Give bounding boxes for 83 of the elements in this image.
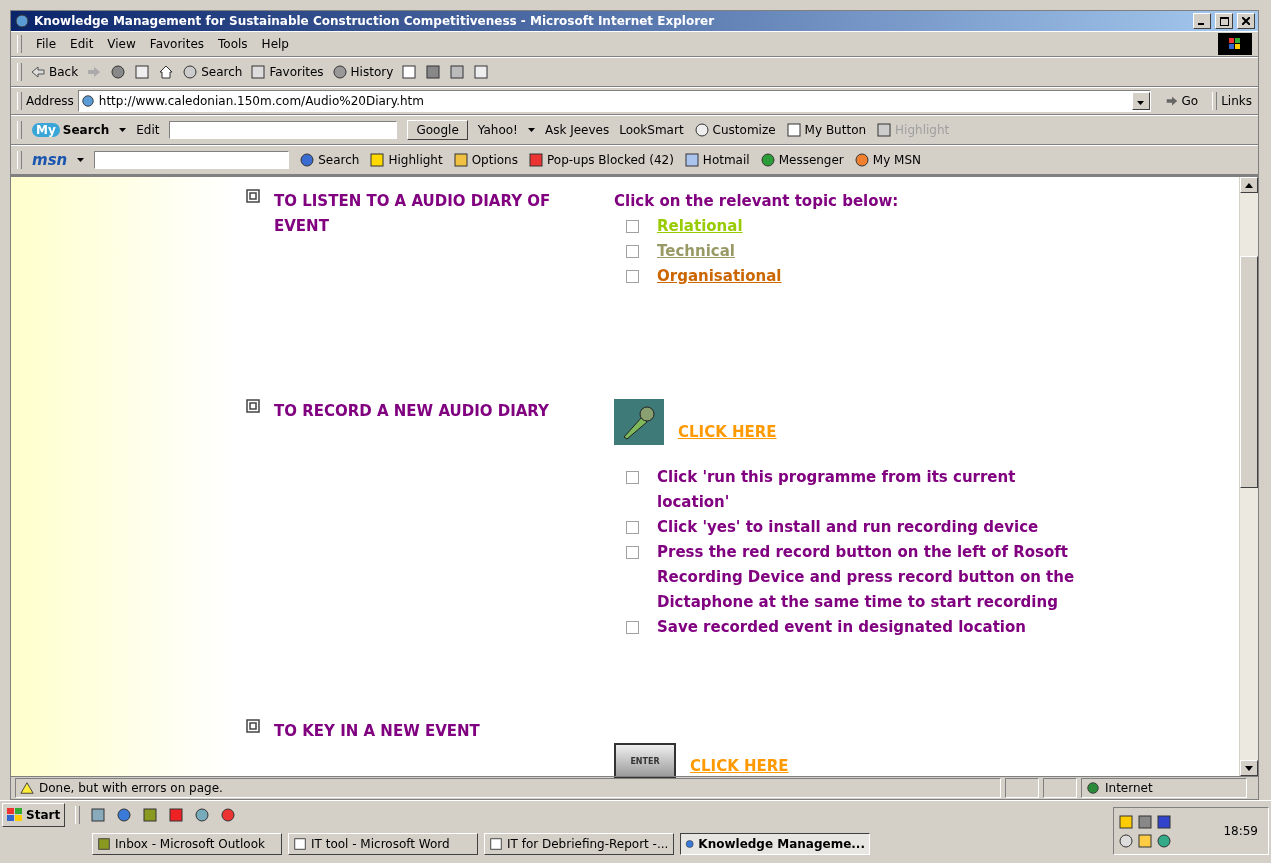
links-button[interactable]: Links: [1221, 94, 1252, 108]
scrollbar[interactable]: [1239, 177, 1258, 776]
dropdown-caret-icon[interactable]: [527, 128, 535, 132]
checkbox-bullet-icon: [626, 546, 639, 559]
toolbar-button[interactable]: Ask Jeeves: [544, 123, 610, 137]
back-arrow-icon[interactable]: [30, 64, 46, 80]
menu-item[interactable]: Help: [261, 37, 289, 51]
address-field[interactable]: http://www.caledonian.150m.com/Audio%20Diary.htm: [77, 90, 1151, 112]
checkbox-bullet-icon: [626, 621, 639, 634]
menu-item[interactable]: View: [107, 37, 136, 51]
instruction-step: Save recorded event in designated location: [657, 615, 1026, 640]
taskbar-button[interactable]: IT for Debriefing-Report -...: [484, 833, 674, 855]
toolbar-button[interactable]: Pop-ups Blocked (42): [528, 152, 674, 168]
home-icon[interactable]: [158, 64, 175, 80]
msn-search-field[interactable]: [94, 151, 290, 169]
taskbar-button[interactable]: Knowledge Manageme...: [680, 833, 870, 855]
warning-icon[interactable]: [20, 781, 34, 795]
search-field[interactable]: [169, 121, 398, 139]
taskbar-button[interactable]: IT tool - Microsoft Word: [288, 833, 478, 855]
toolbar-button[interactable]: Customize: [693, 122, 776, 138]
instruction-text: Click on the relevant topic below:: [614, 191, 899, 212]
checkbox-bullet-icon: [626, 270, 639, 283]
toolbar-button[interactable]: Messenger: [759, 152, 844, 168]
section-heading: TO LISTEN TO A AUDIO DIARY OF EVENT: [274, 191, 552, 237]
start-button[interactable]: Start: [2, 803, 66, 827]
google-button[interactable]: Google: [407, 120, 468, 140]
scroll-up-icon[interactable]: [1245, 182, 1253, 188]
toolbar-button[interactable]: My Button: [785, 122, 867, 138]
dropdown-caret-icon[interactable]: [77, 158, 85, 162]
toolbar-button[interactable]: Hotmail: [683, 152, 750, 168]
toolbar-button[interactable]: Yahoo!: [477, 123, 518, 137]
status-text: Done, but with errors on page.: [39, 781, 223, 795]
toolbar-button[interactable]: Search: [182, 64, 243, 80]
taskbar-button[interactable]: Inbox - Microsoft Outlook: [92, 833, 282, 855]
maximize-button[interactable]: [1215, 13, 1233, 29]
scroll-down-icon[interactable]: [1245, 765, 1253, 771]
square-bullet-icon: [246, 719, 260, 733]
windows-flag-icon: [7, 808, 23, 822]
minimize-button[interactable]: [1193, 13, 1211, 29]
checkbox-bullet-icon: [626, 471, 639, 484]
toolbar-button[interactable]: Back: [30, 64, 79, 80]
square-bullet-icon: [246, 189, 260, 203]
windows-logo-icon: [1218, 33, 1252, 55]
dropdown-caret-icon[interactable]: [1137, 101, 1145, 105]
enter-key-image[interactable]: ENTER: [614, 743, 676, 779]
menu-item[interactable]: Tools: [218, 37, 248, 51]
mysearch-logo[interactable]: My Search: [32, 123, 110, 137]
toolbar-button[interactable]: Highlight: [369, 152, 443, 168]
close-button[interactable]: [1237, 13, 1255, 29]
instruction-step: Click 'run this programme from its current location': [657, 465, 1079, 515]
section-heading: TO KEY IN A NEW EVENT: [274, 721, 481, 742]
menu-item[interactable]: File: [36, 37, 57, 51]
go-arrow-icon[interactable]: [1164, 94, 1179, 108]
toolbar-button[interactable]: History: [331, 64, 394, 80]
checkbox-bullet-icon: [626, 220, 639, 233]
go-button[interactable]: Go: [1154, 94, 1209, 108]
square-bullet-icon: [246, 399, 260, 413]
microphone-icon[interactable]: [614, 399, 664, 445]
toolbar-button[interactable]: Search: [299, 152, 360, 168]
maximize-icon: [1219, 16, 1229, 26]
close-icon: [1242, 17, 1250, 25]
toolbar-button[interactable]: Favorites: [250, 64, 324, 80]
edit-label[interactable]: Edit: [136, 123, 160, 137]
menu-item[interactable]: Edit: [70, 37, 94, 51]
toolbar-button[interactable]: My MSN: [853, 152, 922, 168]
url-text: http://www.caledonian.150m.com/Audio%20Diary.htm: [98, 94, 424, 108]
section-heading: TO RECORD A NEW AUDIO DIARY: [274, 401, 550, 422]
instruction-step: Click 'yes' to install and run recording device: [657, 515, 1039, 540]
clock-text: 18:59: [1223, 824, 1258, 838]
zone-text: Internet: [1105, 781, 1153, 795]
instruction-step: Press the red record button on the left of Rosoft Recording Device and press record button on the Dictaphone at the same time to start recording: [657, 540, 1079, 615]
address-dropdown-button[interactable]: [1131, 92, 1150, 110]
toolbar-button[interactable]: LookSmart: [619, 123, 684, 137]
address-label: Address: [26, 94, 74, 108]
checkbox-bullet-icon: [626, 521, 639, 534]
toolbar-button[interactable]: Options: [452, 152, 518, 168]
topic-link[interactable]: Organisational: [657, 264, 782, 289]
dropdown-caret-icon[interactable]: [119, 128, 127, 132]
window-title: Knowledge Management for Sustainable Construction Competitiveness - Microsoft Internet Explorer: [34, 14, 716, 28]
scroll-thumb[interactable]: [1240, 255, 1258, 488]
checkbox-bullet-icon: [626, 245, 639, 258]
msn-logo[interactable]: msn: [32, 151, 68, 169]
menu-item[interactable]: Favorites: [149, 37, 205, 51]
